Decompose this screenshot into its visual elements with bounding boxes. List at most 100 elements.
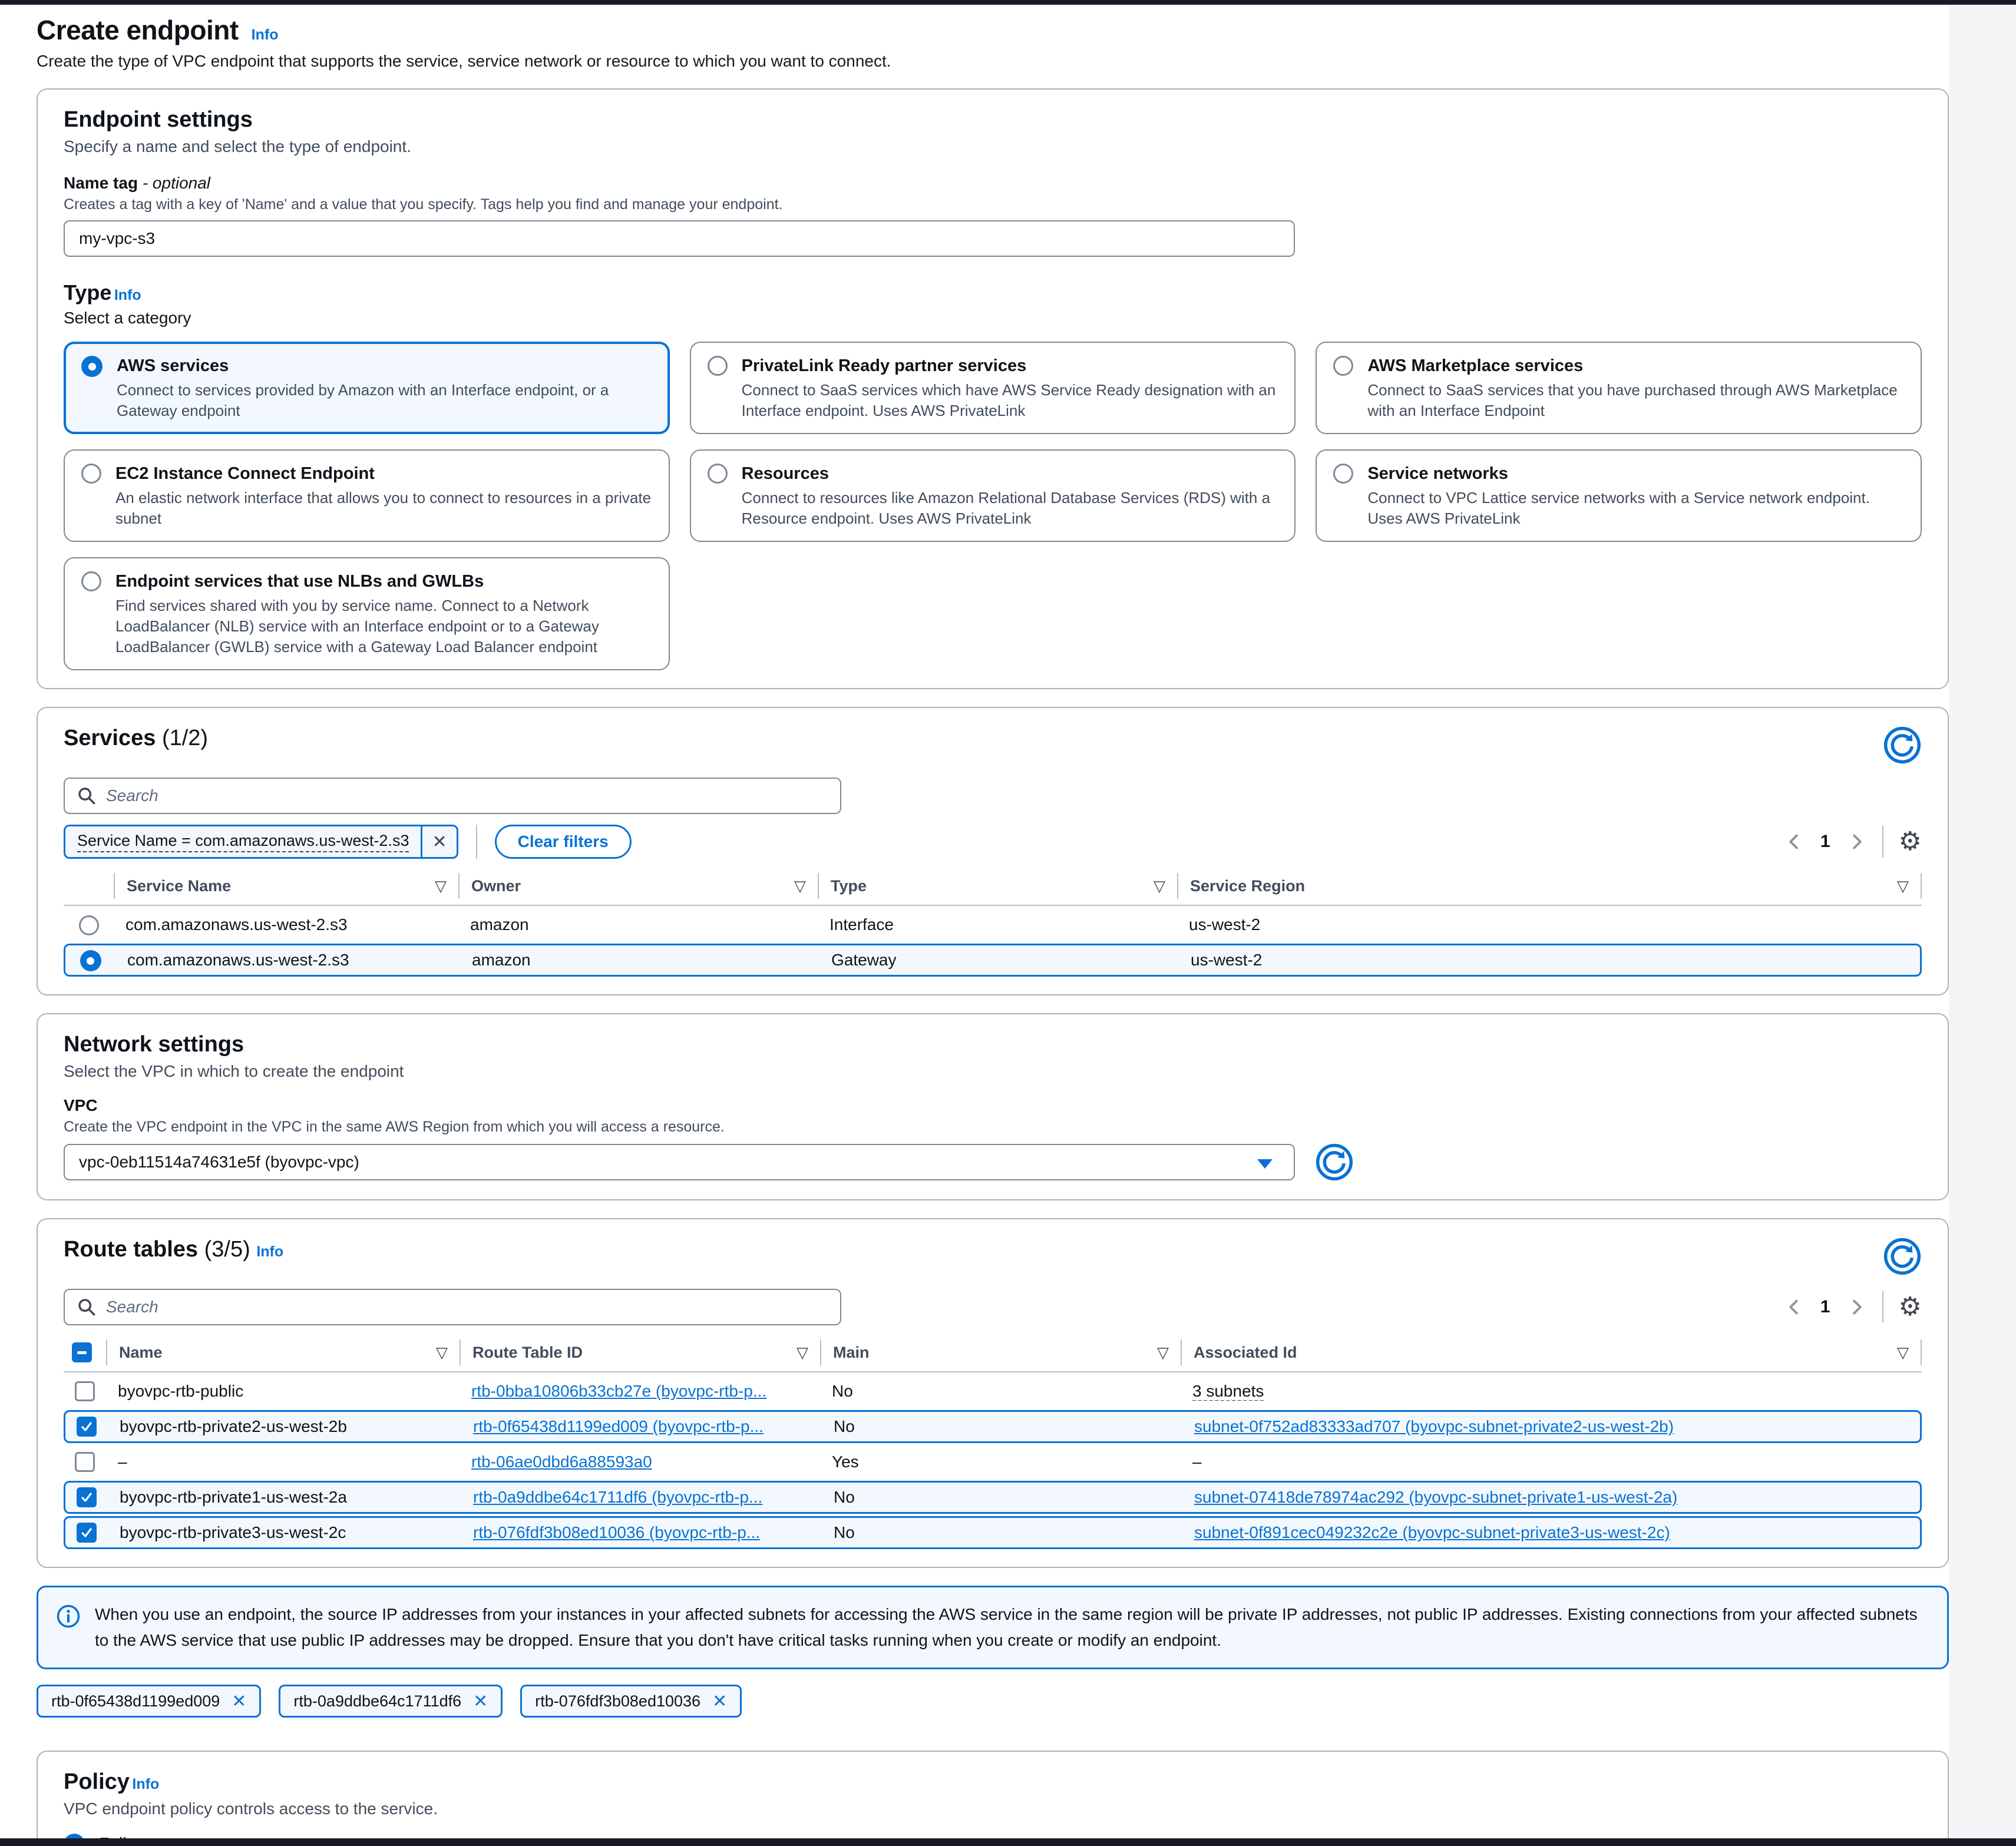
services-table: Service Name▽ Owner▽ Type▽ Service Regio… <box>64 873 1922 977</box>
page-title: Create endpoint <box>37 14 239 46</box>
column-filter-icon[interactable]: ▽ <box>797 1344 808 1362</box>
row-checkbox-checked[interactable] <box>77 1523 97 1543</box>
radio-icon[interactable] <box>81 571 101 591</box>
route-table-id-link[interactable]: rtb-0bba10806b33cb27e (byovpc-rtb-p... <box>471 1382 766 1400</box>
policy-title: Policy <box>64 1769 130 1795</box>
subnet-link[interactable]: subnet-0f752ad83333ad707 (byovpc-subnet-… <box>1194 1417 1674 1435</box>
rtb-col-route-table-id: Route Table ID▽ <box>460 1339 820 1365</box>
type-info-link[interactable]: Info <box>114 287 141 303</box>
route-table-id-link[interactable]: rtb-0f65438d1199ed009 (byovpc-rtb-p... <box>473 1417 764 1435</box>
filter-chip-dismiss-icon[interactable]: ✕ <box>421 826 456 857</box>
alert-text: When you use an endpoint, the source IP … <box>95 1602 1929 1653</box>
radio-icon[interactable] <box>1333 464 1353 484</box>
column-filter-icon[interactable]: ▽ <box>1897 877 1909 895</box>
cell-owner: amazon <box>460 951 819 970</box>
policy-info-link[interactable]: Info <box>132 1776 159 1792</box>
category-marketplace[interactable]: AWS Marketplace services Connect to SaaS… <box>1316 342 1922 434</box>
refresh-icon <box>1883 1237 1922 1276</box>
chevron-right-icon <box>1846 1296 1867 1318</box>
subnets-popover-link[interactable]: 3 subnets <box>1192 1382 1264 1401</box>
route-table-row[interactable]: byovpc-rtb-private2-us-west-2b rtb-0f654… <box>64 1410 1922 1443</box>
route-tables-page-number[interactable]: 1 <box>1820 1297 1830 1317</box>
route-tables-search[interactable] <box>64 1289 841 1325</box>
route-table-tag: rtb-0f65438d1199ed009 ✕ <box>37 1685 261 1718</box>
route-table-row[interactable]: byovpc-rtb-public rtb-0bba10806b33cb27e … <box>64 1375 1922 1408</box>
services-next-page-button[interactable] <box>1846 831 1867 852</box>
route-tables-info-link[interactable]: Info <box>256 1243 283 1260</box>
chevron-left-icon <box>1784 1296 1805 1318</box>
route-tables-refresh-button[interactable] <box>1883 1237 1922 1276</box>
tag-dismiss-icon[interactable]: ✕ <box>712 1691 727 1712</box>
route-table-id-link[interactable]: rtb-0a9ddbe64c1711df6 (byovpc-rtb-p... <box>473 1488 762 1506</box>
route-table-id-link[interactable]: rtb-076fdf3b08ed10036 (byovpc-rtb-p... <box>473 1523 760 1541</box>
category-label: AWS services <box>117 355 652 377</box>
route-tables-count: (3/5) <box>204 1237 250 1262</box>
row-radio[interactable] <box>79 915 99 935</box>
category-label: Service networks <box>1367 462 1904 485</box>
tag-dismiss-icon[interactable]: ✕ <box>232 1691 246 1712</box>
clear-filters-button[interactable]: Clear filters <box>495 825 632 859</box>
cell-owner: amazon <box>458 915 818 934</box>
route-table-row[interactable]: byovpc-rtb-private3-us-west-2c rtb-076fd… <box>64 1516 1922 1549</box>
services-refresh-button[interactable] <box>1883 726 1922 765</box>
name-tag-input[interactable] <box>64 220 1295 257</box>
subnet-link[interactable]: subnet-0f891cec049232c2e (byovpc-subnet-… <box>1194 1523 1670 1541</box>
name-tag-optional: - optional <box>143 174 210 192</box>
category-ec2-instance-connect[interactable]: EC2 Instance Connect Endpoint An elastic… <box>64 449 670 542</box>
services-prev-page-button[interactable] <box>1784 831 1805 852</box>
column-filter-icon[interactable]: ▽ <box>794 877 806 895</box>
select-all-checkbox[interactable] <box>72 1342 92 1362</box>
radio-icon[interactable] <box>1333 356 1353 376</box>
row-checkbox[interactable] <box>75 1381 95 1401</box>
row-checkbox[interactable] <box>75 1452 95 1472</box>
cell-type: Gateway <box>819 951 1179 970</box>
name-tag-label: Name tag - optional <box>64 174 1922 193</box>
vpc-select[interactable]: vpc-0eb11514a74631e5f (byovpc-vpc) <box>64 1144 1295 1180</box>
category-aws-services[interactable]: AWS services Connect to services provide… <box>64 342 670 434</box>
route-table-id-link[interactable]: rtb-06ae0dbd6a88593a0 <box>471 1453 652 1471</box>
page-info-link[interactable]: Info <box>252 27 279 44</box>
category-privatelink-partner[interactable]: PrivateLink Ready partner services Conne… <box>690 342 1296 434</box>
row-checkbox-checked[interactable] <box>77 1487 97 1507</box>
cell-main: Yes <box>820 1453 1181 1471</box>
route-tables-prev-page-button[interactable] <box>1784 1296 1805 1318</box>
cell-name: byovpc-rtb-private2-us-west-2b <box>108 1417 461 1436</box>
service-row-gateway[interactable]: com.amazonaws.us-west-2.s3 amazon Gatewa… <box>64 944 1922 977</box>
column-filter-icon[interactable]: ▽ <box>435 877 447 895</box>
services-col-region: Service Region▽ <box>1177 873 1922 899</box>
route-tables-next-page-button[interactable] <box>1846 1296 1867 1318</box>
column-filter-icon[interactable]: ▽ <box>1154 877 1165 895</box>
cell-service-name: com.amazonaws.us-west-2.s3 <box>114 915 458 934</box>
services-search-input[interactable] <box>106 786 828 805</box>
cell-name: byovpc-rtb-private3-us-west-2c <box>108 1523 461 1542</box>
radio-selected-icon[interactable] <box>81 356 103 377</box>
category-service-networks[interactable]: Service networks Connect to VPC Lattice … <box>1316 449 1922 542</box>
column-filter-icon[interactable]: ▽ <box>1897 1344 1909 1362</box>
services-page-number[interactable]: 1 <box>1820 832 1830 852</box>
window-bottom-edge <box>0 1838 2016 1846</box>
route-table-row[interactable]: byovpc-rtb-private1-us-west-2a rtb-0a9dd… <box>64 1481 1922 1514</box>
category-label: PrivateLink Ready partner services <box>742 355 1278 377</box>
category-description: Find services shared with you by service… <box>115 596 652 657</box>
services-search[interactable] <box>64 778 841 814</box>
subnet-link[interactable]: subnet-07418de78974ac292 (byovpc-subnet-… <box>1194 1488 1677 1506</box>
category-resources[interactable]: Resources Connect to resources like Amaz… <box>690 449 1296 542</box>
window-top-edge <box>0 0 2016 5</box>
column-filter-icon[interactable]: ▽ <box>1157 1344 1169 1362</box>
service-row-interface[interactable]: com.amazonaws.us-west-2.s3 amazon Interf… <box>64 908 1922 941</box>
vpc-refresh-button[interactable] <box>1315 1143 1354 1182</box>
column-filter-icon[interactable]: ▽ <box>436 1344 448 1362</box>
radio-icon[interactable] <box>708 464 728 484</box>
category-nlb-gwlb[interactable]: Endpoint services that use NLBs and GWLB… <box>64 557 670 670</box>
row-radio-selected[interactable] <box>80 950 101 971</box>
route-tables-search-input[interactable] <box>106 1298 828 1316</box>
tag-dismiss-icon[interactable]: ✕ <box>473 1691 488 1712</box>
rtb-col-name: Name▽ <box>106 1339 460 1365</box>
radio-icon[interactable] <box>708 356 728 376</box>
radio-icon[interactable] <box>81 464 101 484</box>
route-tables-title: Route tables (3/5) Info <box>64 1237 283 1262</box>
rtb-col-main: Main▽ <box>820 1339 1181 1365</box>
endpoint-settings-card: Endpoint settings Specify a name and sel… <box>37 88 1949 689</box>
route-table-row[interactable]: – rtb-06ae0dbd6a88593a0 Yes – <box>64 1445 1922 1478</box>
row-checkbox-checked[interactable] <box>77 1417 97 1437</box>
